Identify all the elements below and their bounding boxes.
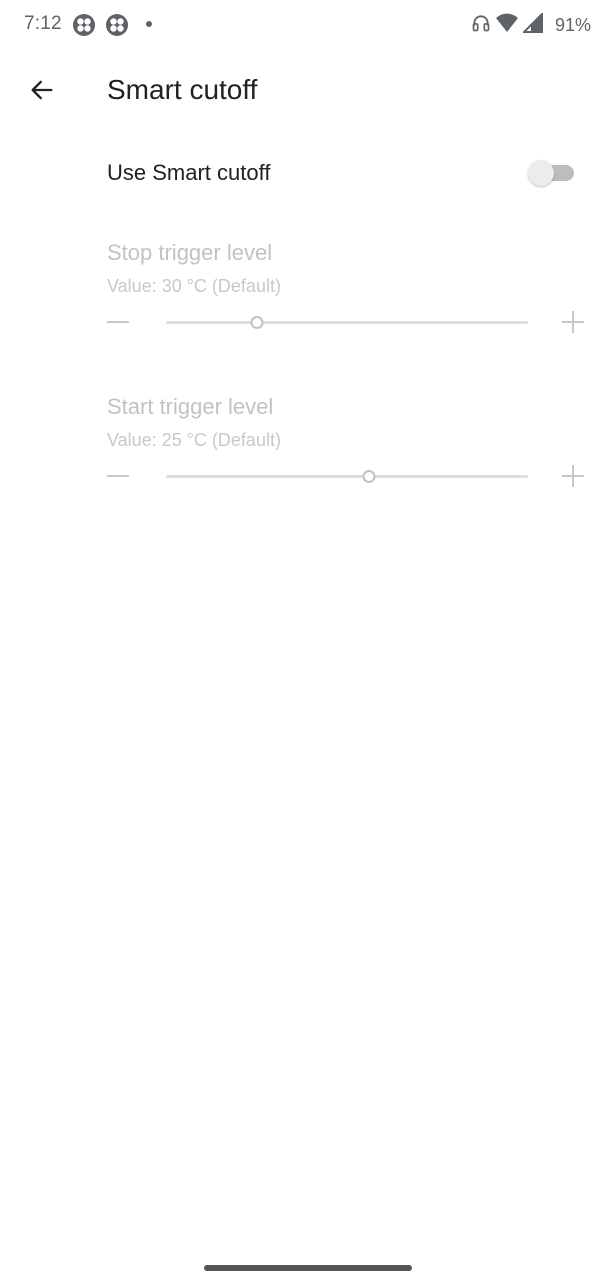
status-indicators: 91% xyxy=(471,11,591,38)
stop-trigger-slider-thumb[interactable] xyxy=(250,316,263,329)
stop-trigger-preference: Stop trigger level Value: 30 °C (Default… xyxy=(0,240,615,360)
clover-icon xyxy=(105,13,129,37)
start-trigger-title: Start trigger level xyxy=(107,394,274,419)
start-trigger-slider[interactable] xyxy=(166,475,528,478)
stop-trigger-title: Stop trigger level xyxy=(107,240,273,265)
start-trigger-preference: Start trigger level Value: 25 °C (Defaul… xyxy=(0,394,615,514)
headphones-icon xyxy=(471,13,491,38)
clover-icon xyxy=(72,13,96,37)
cell-signal-icon xyxy=(521,11,543,38)
wifi-icon xyxy=(495,13,519,38)
start-trigger-value: Value: 25 °C (Default) xyxy=(107,430,281,450)
more-notifications-dot xyxy=(146,21,152,27)
use-smart-cutoff-row[interactable]: Use Smart cutoff xyxy=(0,140,615,208)
arrow-back-icon xyxy=(28,76,56,109)
use-smart-cutoff-switch[interactable] xyxy=(528,159,576,187)
status-time: 7:12 xyxy=(24,13,62,34)
stop-trigger-decrease-button[interactable] xyxy=(104,308,132,336)
switch-thumb xyxy=(528,160,554,186)
stop-trigger-value: Value: 30 °C (Default) xyxy=(107,276,281,296)
page-title: Smart cutoff xyxy=(107,74,258,105)
start-trigger-slider-thumb[interactable] xyxy=(362,470,376,483)
status-bar: 7:12 91% xyxy=(0,0,615,52)
battery-percent: 91% xyxy=(554,14,591,35)
start-trigger-decrease-button[interactable] xyxy=(104,462,132,490)
back-button[interactable] xyxy=(20,70,64,114)
stop-trigger-increase-button[interactable] xyxy=(559,308,587,336)
start-trigger-increase-button[interactable] xyxy=(559,462,587,490)
stop-trigger-slider[interactable] xyxy=(166,321,528,324)
gesture-nav-handle[interactable] xyxy=(204,1265,412,1271)
app-bar: Smart cutoff xyxy=(0,60,615,124)
use-smart-cutoff-label: Use Smart cutoff xyxy=(107,160,271,185)
